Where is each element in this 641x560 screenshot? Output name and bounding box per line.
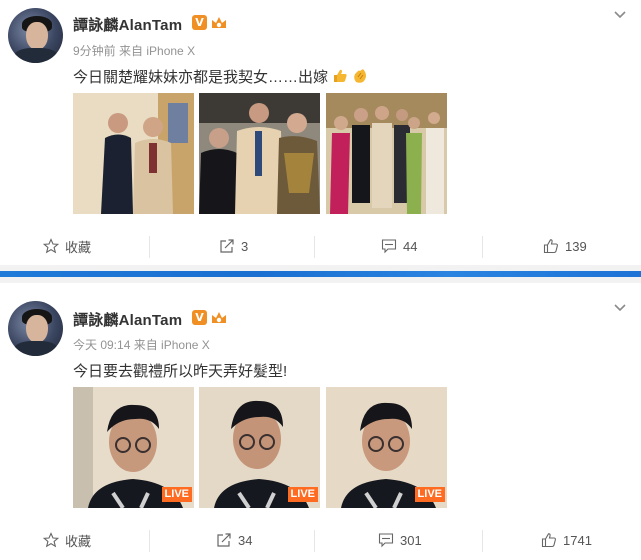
live-badge: LIVE [414, 487, 445, 502]
post-meta: 今天 09:14 来自 iPhone X [73, 336, 210, 353]
weibo-post-1: 譚詠麟AlanTam V 9分钟前 来自 iPhone X 今日關楚耀妹妹亦都是… [0, 0, 641, 265]
author-name[interactable]: 譚詠麟AlanTam [73, 14, 182, 35]
vip-crown-icon [212, 312, 226, 323]
share-icon [217, 533, 231, 547]
post-photo-1[interactable] [73, 93, 194, 214]
like-button[interactable]: 139 [543, 226, 587, 266]
chevron-down-icon[interactable] [613, 301, 627, 315]
post-meta: 9分钟前 来自 iPhone X [73, 42, 195, 59]
favorite-label: 收藏 [65, 239, 92, 255]
like-count: 1741 [563, 532, 592, 548]
thumbs-up-icon [541, 533, 556, 548]
comment-button[interactable]: 301 [378, 520, 422, 560]
repost-count: 3 [241, 238, 249, 254]
avatar[interactable] [8, 301, 63, 356]
comment-count: 301 [400, 532, 422, 548]
live-badge: LIVE [287, 487, 318, 502]
favorite-button[interactable]: 收藏 [43, 226, 91, 266]
post-time[interactable]: 9分钟前 [73, 44, 116, 58]
post-source: 来自 iPhone X [133, 338, 210, 352]
post-text: 今日關楚耀妹妹亦都是我契女……出嫁 [73, 66, 368, 87]
repost-button[interactable]: 34 [216, 520, 252, 560]
thumbs-up-icon [543, 239, 558, 254]
live-photo-1[interactable]: LIVE [73, 387, 194, 508]
repost-button[interactable]: 3 [219, 226, 248, 266]
feed-divider [0, 265, 641, 283]
author-name[interactable]: 譚詠麟AlanTam [73, 309, 182, 330]
comment-count: 44 [403, 238, 418, 254]
chevron-down-icon[interactable] [613, 8, 627, 22]
clapping-hands-emoji-icon [354, 69, 367, 83]
comment-button[interactable]: 44 [381, 226, 417, 266]
post-source: 来自 iPhone X [119, 44, 196, 58]
like-count: 139 [565, 238, 587, 254]
weibo-post-2: 譚詠麟AlanTam V 今天 09:14 来自 iPhone X 今日要去觀禮… [0, 283, 641, 557]
live-badge: LIVE [161, 487, 192, 502]
post-photo-2[interactable] [199, 93, 320, 214]
post-text: 今日要去觀禮所以昨天弄好髮型! [73, 363, 288, 380]
star-icon [43, 532, 59, 548]
like-button[interactable]: 1741 [541, 520, 592, 560]
post-text-content: 今日關楚耀妹妹亦都是我契女……出嫁 [73, 69, 329, 86]
live-photo-3[interactable]: LIVE [326, 387, 447, 508]
post-photo-3[interactable] [326, 93, 447, 214]
avatar[interactable] [8, 8, 63, 63]
post-actions: 收藏 3 44 139 [0, 226, 641, 266]
verified-badge: V [192, 310, 207, 325]
favorite-button[interactable]: 收藏 [43, 520, 91, 560]
post-time[interactable]: 今天 09:14 [73, 338, 130, 352]
post-actions: 收藏 34 301 1741 [0, 520, 641, 560]
vip-crown-icon [212, 17, 226, 28]
comment-icon [381, 239, 397, 254]
star-icon [43, 238, 59, 254]
thumbs-up-emoji-icon [334, 69, 347, 82]
live-photo-2[interactable]: LIVE [199, 387, 320, 508]
share-icon [220, 239, 234, 253]
verified-badge: V [192, 15, 207, 30]
favorite-label: 收藏 [65, 533, 92, 549]
comment-icon [378, 533, 394, 548]
repost-count: 34 [238, 532, 253, 548]
